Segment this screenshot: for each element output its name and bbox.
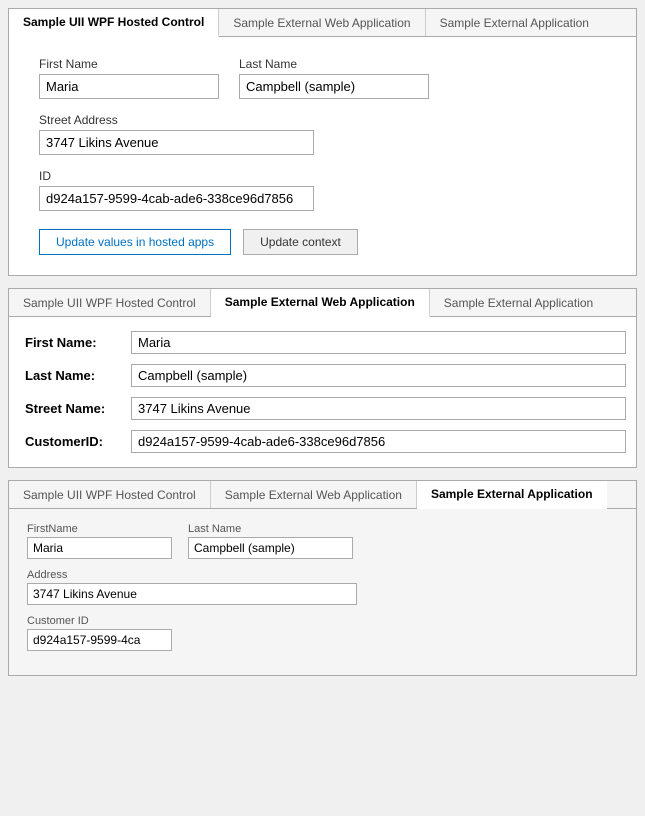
panel2-tab-wpf[interactable]: Sample UII WPF Hosted Control — [9, 289, 211, 316]
table-row: Last Name: — [11, 360, 634, 391]
panel1-tab-ext[interactable]: Sample External Application — [426, 9, 603, 36]
panel3-firstname-input[interactable] — [27, 537, 172, 559]
row-value-input[interactable] — [131, 430, 626, 453]
row-label: CustomerID: — [11, 426, 121, 457]
panel3-addr-group: Address — [27, 569, 357, 605]
panel3-custid-group: Customer ID — [27, 615, 172, 651]
table-row: Street Name: — [11, 393, 634, 424]
panel2-tab-ext[interactable]: Sample External Application — [430, 289, 607, 316]
panel2-table: First Name:Last Name:Street Name:Custome… — [9, 325, 636, 459]
panel-1: Sample UII WPF Hosted Control Sample Ext… — [8, 8, 637, 276]
panel1-tab-bar: Sample UII WPF Hosted Control Sample Ext… — [9, 9, 636, 37]
table-row: First Name: — [11, 327, 634, 358]
panel1-firstname-group: First Name — [39, 57, 219, 99]
panel3-tab-wpf[interactable]: Sample UII WPF Hosted Control — [9, 481, 211, 508]
panel3-firstname-group: FirstName — [27, 523, 172, 559]
panel-2: Sample UII WPF Hosted Control Sample Ext… — [8, 288, 637, 468]
row-value-input[interactable] — [131, 364, 626, 387]
panel3-body: FirstName Last Name Address Customer ID — [9, 509, 636, 675]
panel2-body: First Name:Last Name:Street Name:Custome… — [9, 317, 636, 467]
panel2-tab-bar: Sample UII WPF Hosted Control Sample Ext… — [9, 289, 636, 317]
panel3-addr-label: Address — [27, 569, 357, 581]
panel3-tab-web[interactable]: Sample External Web Application — [211, 481, 417, 508]
panel1-lastname-input[interactable] — [239, 74, 429, 99]
panel1-lastname-group: Last Name — [239, 57, 429, 99]
panel1-id-row: ID — [39, 169, 606, 211]
panel1-street-row: Street Address — [39, 113, 606, 155]
panel1-firstname-input[interactable] — [39, 74, 219, 99]
panel1-id-input[interactable] — [39, 186, 314, 211]
panel3-addr-input[interactable] — [27, 583, 357, 605]
panel1-street-label: Street Address — [39, 113, 314, 127]
panel1-street-input[interactable] — [39, 130, 314, 155]
panel1-tab-wpf[interactable]: Sample UII WPF Hosted Control — [9, 9, 219, 37]
panel3-tab-bar: Sample UII WPF Hosted Control Sample Ext… — [9, 481, 636, 509]
panel1-body: First Name Last Name Street Address ID U… — [9, 37, 636, 275]
panel2-tab-web[interactable]: Sample External Web Application — [211, 289, 430, 317]
panel3-firstname-label: FirstName — [27, 523, 172, 535]
panel3-name-row: FirstName Last Name — [27, 523, 618, 559]
panel1-street-group: Street Address — [39, 113, 314, 155]
row-label: Last Name: — [11, 360, 121, 391]
row-value-input[interactable] — [131, 397, 626, 420]
row-label: Street Name: — [11, 393, 121, 424]
panel1-firstname-label: First Name — [39, 57, 219, 71]
panel3-custid-row: Customer ID — [27, 615, 618, 651]
row-label: First Name: — [11, 327, 121, 358]
update-hosted-button[interactable]: Update values in hosted apps — [39, 229, 231, 255]
panel3-lastname-input[interactable] — [188, 537, 353, 559]
panel3-addr-row: Address — [27, 569, 618, 605]
table-row: CustomerID: — [11, 426, 634, 457]
panel1-lastname-label: Last Name — [239, 57, 429, 71]
panel3-tab-ext[interactable]: Sample External Application — [417, 481, 607, 509]
row-value-input[interactable] — [131, 331, 626, 354]
update-context-button[interactable]: Update context — [243, 229, 358, 255]
panel3-custid-input[interactable] — [27, 629, 172, 651]
panel1-button-row: Update values in hosted apps Update cont… — [39, 229, 606, 255]
panel3-custid-label: Customer ID — [27, 615, 172, 627]
panel1-id-label: ID — [39, 169, 314, 183]
panel1-id-group: ID — [39, 169, 314, 211]
panel1-tab-web[interactable]: Sample External Web Application — [219, 9, 425, 36]
panel3-lastname-label: Last Name — [188, 523, 353, 535]
panel-3: Sample UII WPF Hosted Control Sample Ext… — [8, 480, 637, 676]
panel1-name-row: First Name Last Name — [39, 57, 606, 99]
panel3-lastname-group: Last Name — [188, 523, 353, 559]
